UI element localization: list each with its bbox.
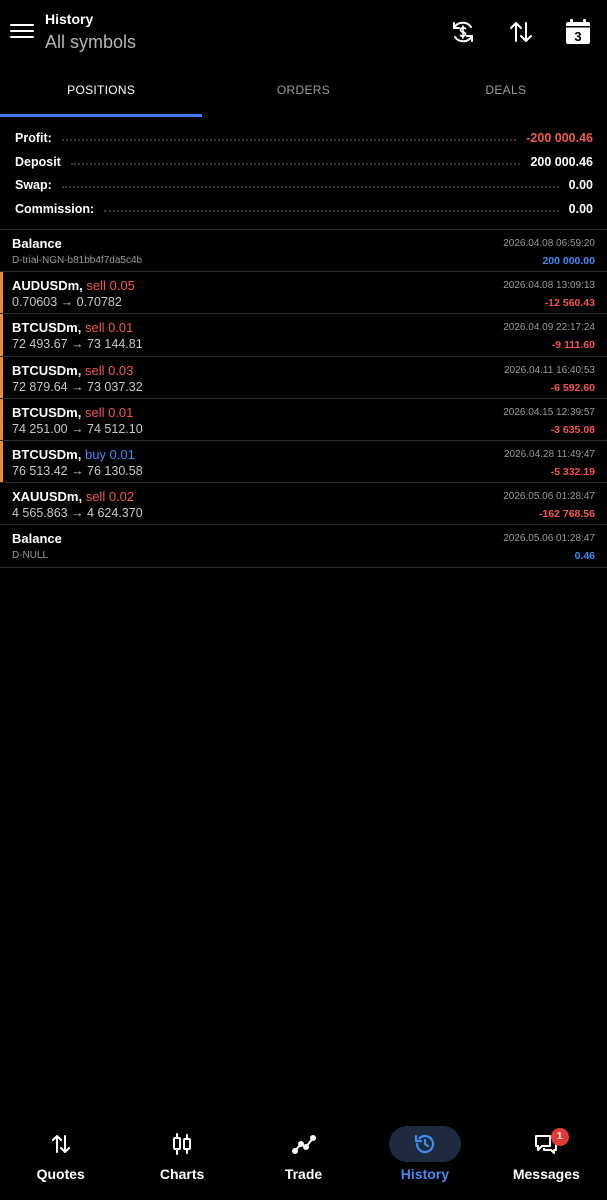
profit-value: -200 000.46 [526,130,593,145]
row-date: 2026.04.15 12:39:57 [503,406,595,418]
row-date: 2026.04.28 11:49:47 [503,448,595,460]
nav-trade[interactable]: Trade [243,1112,364,1200]
row-prices: 76 513.42 → 76 130.58 [12,463,143,478]
symbol-name: BTCUSDm, [12,320,82,336]
unread-badge: 1 [550,1128,569,1146]
app-header: History All symbols 3 [0,0,607,66]
deposit-value: 200 000.46 [530,154,593,169]
position-row[interactable]: XAUUSDm, sell 0.02 4 565.863 → 4 624.370… [0,483,607,526]
row-prices: 74 251.00 → 74 512.10 [12,421,143,436]
charts-icon [170,1132,194,1156]
row-title: Balance [12,531,62,547]
trade-side: sell 0.05 [86,278,135,294]
row-symbol: BTCUSDm, sell 0.01 [12,320,133,335]
nav-label: Charts [159,1166,205,1182]
trade-side: sell 0.03 [84,362,134,378]
row-date: 2026.04.08 06:59:20 [503,238,595,249]
commission-label: Commission: [15,202,95,217]
profit-row: Profit: -200 000.46 [15,126,593,150]
calendar-day: 3 [574,29,581,44]
balance-row[interactable]: Balance D-NULL 2026.05.06 01:28:47 0.46 [0,525,607,568]
currency-exchange-icon[interactable] [449,18,477,46]
swap-label: Swap: [15,178,52,193]
row-symbol: BTCUSDm, sell 0.01 [12,405,133,420]
menu-icon[interactable] [10,20,34,44]
trade-side: sell 0.01 [84,404,134,420]
summary-panel: Profit: -200 000.46 Deposit 200 000.46 S… [15,126,593,221]
row-date: 2026.05.06 01:28:47 [503,491,595,503]
nav-history[interactable]: History [364,1112,485,1200]
position-row[interactable]: BTCUSDm, sell 0.01 72 493.67 → 73 144.81… [0,314,607,357]
sort-icon[interactable] [507,18,535,46]
row-comment: D-NULL [12,550,49,562]
row-amount: -5 332.19 [550,465,595,478]
nav-label: Quotes [36,1166,85,1182]
page-title: History [45,11,94,27]
position-row[interactable]: BTCUSDm, sell 0.03 72 879.64 → 73 037.32… [0,356,607,399]
row-symbol: XAUUSDm, sell 0.02 [12,489,134,504]
nav-label: History [400,1166,450,1182]
row-prices: 72 879.64 → 73 037.32 [12,379,143,394]
deposit-row: Deposit 200 000.46 [15,150,593,174]
symbol-name: BTCUSDm, [12,404,82,420]
row-amount: -12 560.43 [544,297,595,310]
dotted-leader [61,138,517,141]
swap-value: 0.00 [568,178,593,193]
symbol-name: BTCUSDm, [12,362,82,378]
row-prices: 72 493.67 → 73 144.81 [12,337,143,352]
deposit-label: Deposit [15,154,61,169]
nav-messages[interactable]: 1 Messages [486,1112,607,1200]
position-row[interactable]: BTCUSDm, buy 0.01 76 513.42 → 76 130.58 … [0,440,607,484]
symbol-name: XAUUSDm, [12,489,83,505]
dotted-leader [104,210,559,213]
row-amount: 0.46 [574,550,595,563]
history-list: Balance D-trial-NGN-b81bb4f7da5c4b 2026.… [0,230,607,568]
row-date: 2026.04.08 13:09:13 [503,280,595,292]
dotted-leader [61,186,559,189]
trade-side: sell 0.01 [84,320,134,336]
row-amount: -6 592.60 [550,381,595,394]
swap-row: Swap: 0.00 [15,174,593,198]
row-amount: -162 768.56 [538,508,595,521]
row-symbol: BTCUSDm, buy 0.01 [12,447,135,462]
history-tabs: POSITIONS ORDERS DEALS [0,66,607,117]
row-symbol: AUDUSDm, sell 0.05 [12,278,135,293]
row-date: 2026.04.11 16:40:53 [503,364,595,376]
symbol-name: BTCUSDm, [12,446,82,462]
quotes-icon [49,1132,73,1156]
commission-row: Commission: 0.00 [15,197,593,221]
tab-positions[interactable]: POSITIONS [0,66,203,117]
row-prices: 4 565.863 → 4 624.370 [12,506,143,521]
row-amount: -9 111.60 [551,339,595,352]
trade-side: buy 0.01 [84,446,135,462]
history-icon [413,1132,437,1156]
tab-orders[interactable]: ORDERS [202,66,404,116]
nav-label: Trade [284,1166,323,1182]
nav-quotes[interactable]: Quotes [0,1112,121,1200]
balance-row[interactable]: Balance D-trial-NGN-b81bb4f7da5c4b 2026.… [0,230,607,273]
nav-label: Messages [512,1166,580,1182]
nav-charts[interactable]: Charts [121,1112,242,1200]
position-row[interactable]: AUDUSDm, sell 0.05 0.70603 → 0.70782 202… [0,272,607,315]
row-amount: 200 000.00 [542,255,595,267]
dotted-leader [70,162,521,165]
row-prices: 0.70603 → 0.70782 [12,295,122,310]
profit-label: Profit: [15,130,52,145]
row-comment: D-trial-NGN-b81bb4f7da5c4b [12,255,143,266]
trade-side: sell 0.02 [85,489,135,505]
tab-deals[interactable]: DEALS [405,66,607,116]
bottom-navigation: Quotes Charts Trade History 1 Messages [0,1112,607,1200]
row-amount: -3 635.08 [550,423,595,436]
row-title: Balance [12,236,62,251]
trade-icon [291,1132,316,1156]
row-date: 2026.05.06 01:28:47 [503,533,595,545]
symbol-name: AUDUSDm, [12,278,83,294]
row-symbol: BTCUSDm, sell 0.03 [12,363,133,378]
row-date: 2026.04.09 22:17:24 [503,322,595,334]
commission-value: 0.00 [568,202,593,217]
position-row[interactable]: BTCUSDm, sell 0.01 74 251.00 → 74 512.10… [0,398,607,441]
symbol-filter[interactable]: All symbols [45,32,136,53]
calendar-icon[interactable]: 3 [564,18,592,46]
